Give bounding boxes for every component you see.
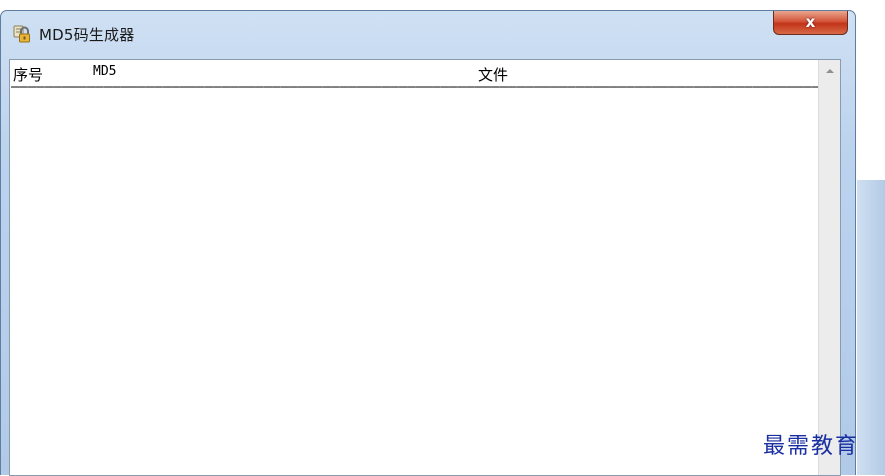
list-content: 序号 MD5 文件 ——————————————————————————————… — [11, 61, 818, 475]
close-icon: x — [805, 13, 816, 31]
lock-icon — [12, 24, 32, 44]
window-title: MD5码生成器 — [39, 26, 135, 44]
watermark-text: 最需教育 — [763, 434, 860, 459]
header-separator-line: ————————————————————————————————————————… — [11, 82, 818, 92]
app-window: MD5码生成器 x 序号 MD5 文件 ————————————————————… — [0, 10, 856, 476]
desktop-background-strip — [857, 180, 885, 475]
scroll-up-arrow-icon — [825, 69, 834, 73]
output-listbox[interactable]: 序号 MD5 文件 ——————————————————————————————… — [9, 59, 841, 476]
scroll-up-button[interactable] — [819, 60, 840, 82]
column-header-md5: MD5 — [93, 64, 117, 79]
vertical-scrollbar[interactable] — [818, 60, 840, 475]
close-button[interactable]: x — [773, 11, 848, 35]
title-bar[interactable]: MD5码生成器 x — [1, 11, 855, 57]
